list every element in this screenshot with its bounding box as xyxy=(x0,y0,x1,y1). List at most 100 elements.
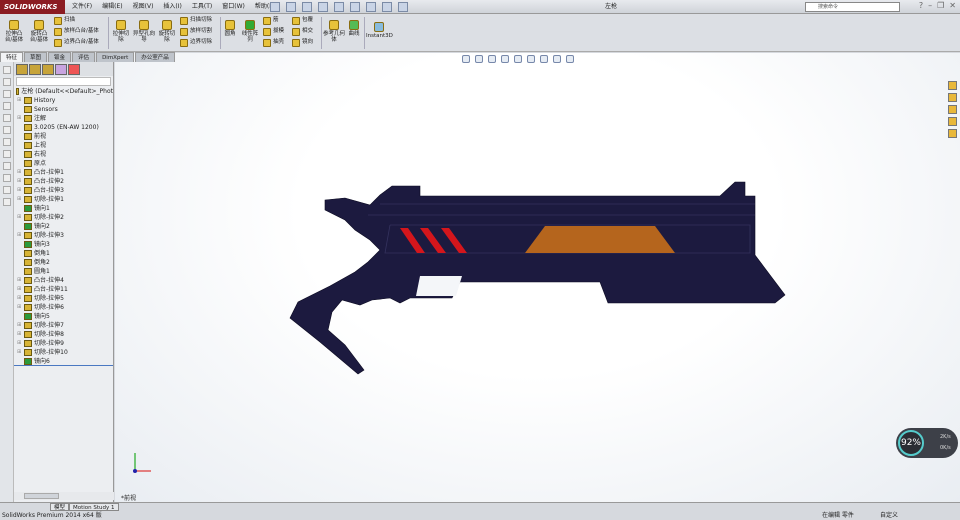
boundary-cut-button[interactable]: 边界切除 xyxy=(180,37,212,48)
restore-button[interactable]: ❐ xyxy=(937,1,944,10)
tree-node[interactable]: 镜向6 xyxy=(14,357,113,366)
tree-node[interactable]: ⊞ 凸台-拉伸1 xyxy=(14,168,113,177)
units-dropdown[interactable]: 自定义 xyxy=(880,511,898,520)
open-icon[interactable] xyxy=(286,2,296,12)
view-icon[interactable] xyxy=(3,114,11,122)
menu-view[interactable]: 视图(V) xyxy=(133,0,154,14)
rib-button[interactable]: 筋 xyxy=(263,15,279,26)
expand-icon[interactable]: ⊞ xyxy=(17,114,22,123)
tree-node[interactable]: 前视 xyxy=(14,132,113,141)
tree-node[interactable]: ⊞ 凸台-拉伸4 xyxy=(14,276,113,285)
expand-icon[interactable]: ⊞ xyxy=(17,276,22,285)
tree-node[interactable]: Sensors xyxy=(14,105,113,114)
tree-node[interactable]: 3.0205 (EN-AW 1200) xyxy=(14,123,113,132)
tree-node[interactable]: ⊞ 切除-拉伸6 xyxy=(14,303,113,312)
tab-evaluate[interactable]: 评估 xyxy=(72,52,96,62)
view-icon[interactable] xyxy=(3,78,11,86)
minimize-button[interactable]: – xyxy=(928,1,932,10)
display-manager-tab-icon[interactable] xyxy=(68,64,80,75)
smart-dimension-icon[interactable] xyxy=(3,162,11,170)
loft-button[interactable]: 放样凸台/基体 xyxy=(54,26,99,37)
tree-node[interactable]: 上视 xyxy=(14,141,113,150)
search-commands-input[interactable]: 搜索命令 xyxy=(805,2,900,12)
menu-edit[interactable]: 编辑(E) xyxy=(102,0,122,14)
tree-node[interactable]: ⊞ 切除-拉伸1 xyxy=(14,195,113,204)
wrap-button[interactable]: 包覆 xyxy=(292,15,313,26)
tree-node[interactable]: 倒角2 xyxy=(14,258,113,267)
feature-manager-tab-icon[interactable] xyxy=(16,64,28,75)
expand-icon[interactable]: ⊞ xyxy=(17,285,22,294)
shell-button[interactable]: 抽壳 xyxy=(263,37,284,48)
tab-dimxpert[interactable]: DimXpert xyxy=(96,52,135,62)
relations-icon[interactable] xyxy=(3,174,11,182)
view-icon[interactable] xyxy=(3,66,11,74)
solidworks-logo[interactable]: SOLIDWORKS xyxy=(0,0,65,14)
curves-button[interactable]: 曲线 xyxy=(346,20,362,37)
view-icon[interactable] xyxy=(3,90,11,98)
menu-file[interactable]: 文件(F) xyxy=(72,0,92,14)
view-icon[interactable] xyxy=(3,138,11,146)
tree-node[interactable]: 镜向5 xyxy=(14,312,113,321)
expand-icon[interactable]: ⊞ xyxy=(17,321,22,330)
graphics-area[interactable]: *前视 92% 2K/s 0K/s xyxy=(115,53,960,502)
mirror-button[interactable]: 镜向 xyxy=(292,37,313,48)
tree-node[interactable]: ⊞ 切除-拉伸10 xyxy=(14,348,113,357)
tree-node[interactable]: 圆角1 xyxy=(14,267,113,276)
expand-icon[interactable]: ⊞ xyxy=(17,195,22,204)
expand-icon[interactable]: ⊞ xyxy=(17,303,22,312)
expand-icon[interactable]: ⊞ xyxy=(17,96,22,105)
print-icon[interactable] xyxy=(318,2,328,12)
tree-node[interactable]: 镜向3 xyxy=(14,240,113,249)
close-button[interactable]: ✕ xyxy=(949,1,956,10)
feature-icon[interactable] xyxy=(3,186,11,194)
tree-node[interactable]: ⊞ 凸台-拉伸3 xyxy=(14,186,113,195)
expand-icon[interactable]: ⊞ xyxy=(17,330,22,339)
tree-node[interactable]: ⊞ 凸台-拉伸11 xyxy=(14,285,113,294)
extruded-boss-button[interactable]: 拉伸凸台/基体 xyxy=(3,20,25,43)
swept-cut-button[interactable]: 扫描切除 xyxy=(180,15,212,26)
menu-tools[interactable]: 工具(T) xyxy=(192,0,212,14)
expand-icon[interactable]: ⊞ xyxy=(17,231,22,240)
expand-icon[interactable]: ⊞ xyxy=(17,213,22,222)
tree-filter-input[interactable] xyxy=(16,77,111,86)
instant3d-button[interactable]: Instant3D xyxy=(366,22,393,39)
tree-node[interactable]: ⊞ 切除-拉伸5 xyxy=(14,294,113,303)
configuration-manager-tab-icon[interactable] xyxy=(42,64,54,75)
expand-icon[interactable]: ⊞ xyxy=(17,348,22,357)
expand-icon[interactable]: ⊞ xyxy=(17,168,22,177)
file-properties-icon[interactable] xyxy=(382,2,392,12)
intersect-button[interactable]: 相交 xyxy=(292,26,313,37)
extruded-cut-button[interactable]: 拉伸切除 xyxy=(111,20,131,43)
tree-node[interactable]: ⊞ 凸台-拉伸2 xyxy=(14,177,113,186)
expand-icon[interactable]: ⊞ xyxy=(17,339,22,348)
gun-model[interactable] xyxy=(115,53,960,502)
property-manager-tab-icon[interactable] xyxy=(29,64,41,75)
scroll-thumb[interactable] xyxy=(24,493,59,499)
expand-icon[interactable]: ⊞ xyxy=(17,186,22,195)
tab-motion-study[interactable]: Motion Study 1 xyxy=(69,503,119,511)
sweep-button[interactable]: 扫描 xyxy=(54,15,75,26)
tree-root[interactable]: 左枪 (Default<<Default>_Phot xyxy=(14,87,113,96)
tree-node[interactable]: ⊞ 切除-拉伸2 xyxy=(14,213,113,222)
options-icon[interactable] xyxy=(398,2,408,12)
tab-features[interactable]: 特征 xyxy=(0,52,24,62)
sketch-icon[interactable] xyxy=(3,150,11,158)
view-icon[interactable] xyxy=(3,126,11,134)
rebuild-icon[interactable] xyxy=(366,2,376,12)
dimxpert-tab-icon[interactable] xyxy=(55,64,67,75)
tree-node[interactable]: ⊞ 注解 xyxy=(14,114,113,123)
save-icon[interactable] xyxy=(302,2,312,12)
tree-node[interactable]: 镜向1 xyxy=(14,204,113,213)
expand-icon[interactable]: ⊞ xyxy=(17,177,22,186)
tab-sketch[interactable]: 草图 xyxy=(24,52,48,62)
boundary-boss-button[interactable]: 边界凸台/基体 xyxy=(54,37,99,48)
tree-node[interactable]: 倒角1 xyxy=(14,249,113,258)
revolved-cut-button[interactable]: 旋转切除 xyxy=(157,20,177,43)
revolved-boss-button[interactable]: 旋转凸台/基体 xyxy=(28,20,50,43)
tree-node[interactable]: ⊞ 切除-拉伸9 xyxy=(14,339,113,348)
linear-pattern-button[interactable]: 线性阵列 xyxy=(240,20,260,43)
tree-node[interactable]: 镜向2 xyxy=(14,222,113,231)
draft-button[interactable]: 拔模 xyxy=(263,26,284,37)
tab-sheet-metal[interactable]: 钣金 xyxy=(48,52,72,62)
menu-window[interactable]: 窗口(W) xyxy=(222,0,245,14)
